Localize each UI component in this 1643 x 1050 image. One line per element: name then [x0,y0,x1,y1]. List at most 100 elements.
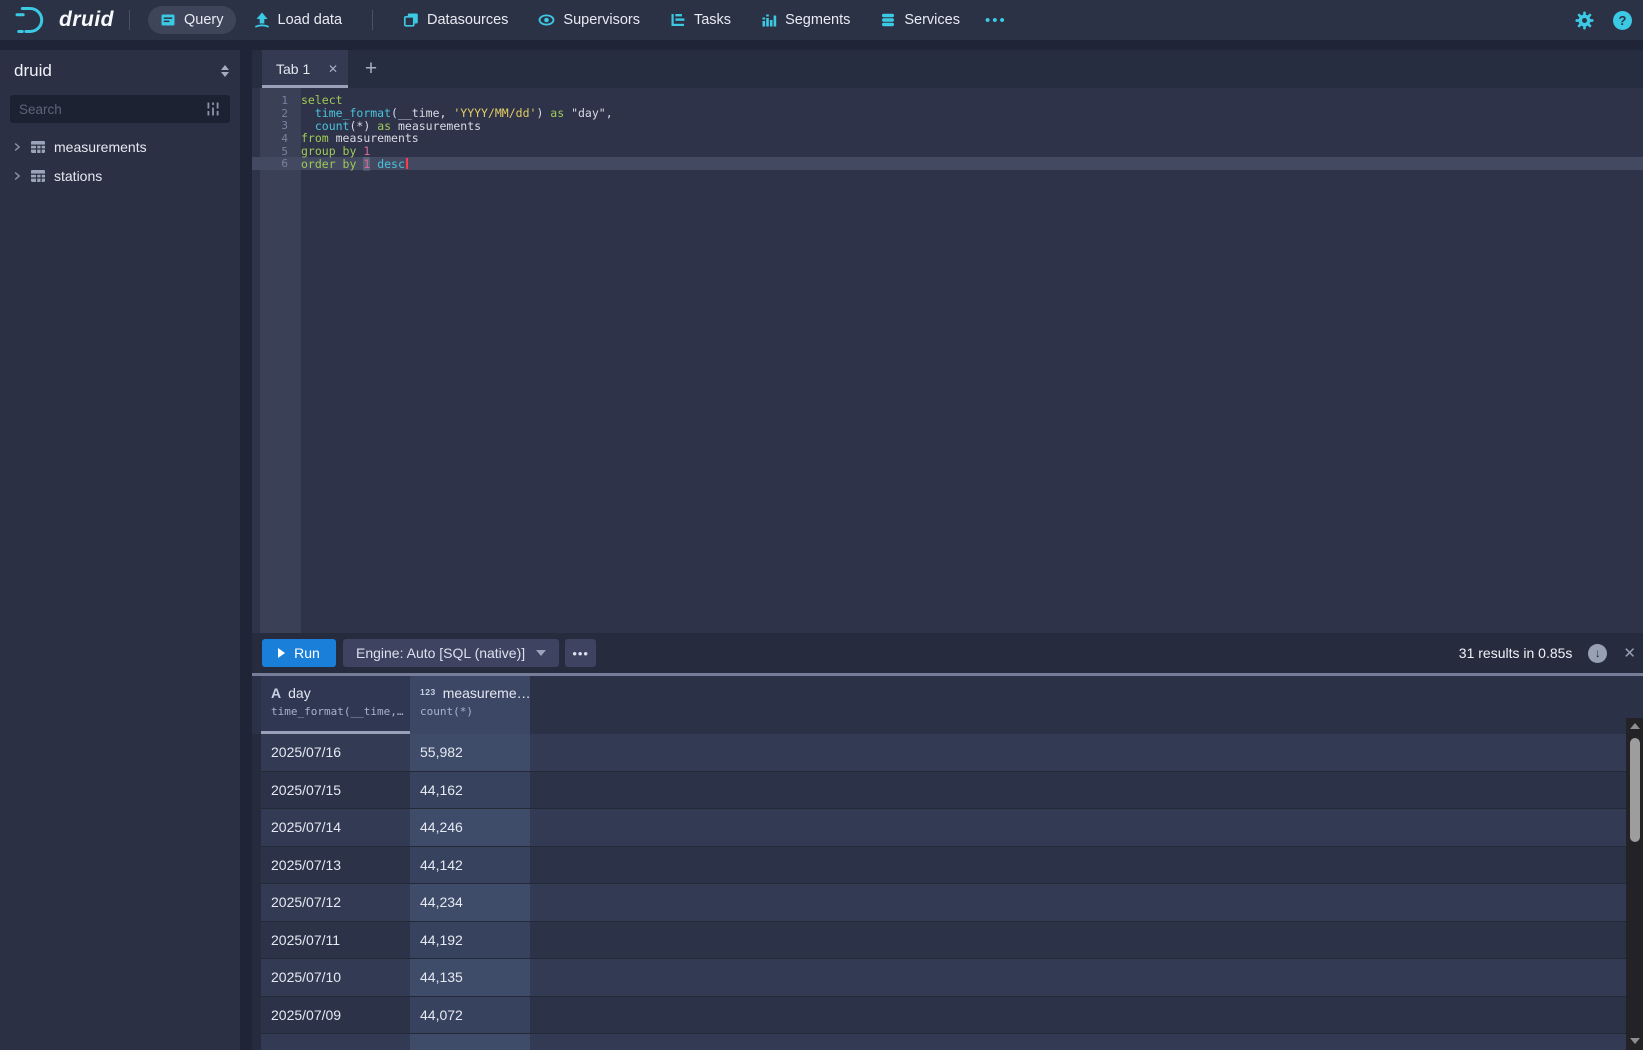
nav-item-segments[interactable]: Segments [749,6,862,34]
cell-measurements[interactable]: 44,192 [410,922,530,959]
cell-measurements[interactable]: 44,162 [410,772,530,809]
services-icon [880,12,896,28]
tree-item-label: stations [54,168,102,184]
cell-day[interactable]: 2025/07/13 [261,847,410,884]
search-input[interactable] [19,102,205,117]
brand[interactable]: druid [14,5,114,35]
table-row: 2025/07/1544,162 [261,772,1626,810]
nav-item-label: Load data [278,12,343,28]
cell-measurements[interactable]: 44,246 [410,809,530,846]
table-row: 2025/07/0944,072 [261,997,1626,1035]
table-row [261,1034,1626,1050]
nav-item-label: Supervisors [563,12,640,28]
settings-gear-icon[interactable] [1575,11,1594,30]
wordmark: druid [59,8,114,32]
sidebar-item-measurements[interactable]: measurements [0,132,240,161]
nav-item-label: Datasources [427,12,508,28]
nav-item-load-data[interactable]: Load data [242,6,355,34]
scroll-up-icon[interactable] [1630,723,1640,729]
download-results-icon[interactable]: ↓ [1588,644,1607,663]
code-lines: 1select2 time_format(__time, 'YYYY/MM/dd… [252,88,1643,170]
nav-item-query[interactable]: Query [148,6,236,34]
load-data-icon [254,12,270,28]
run-button[interactable]: Run [262,639,336,667]
nav-item-supervisors[interactable]: Supervisors [526,6,652,34]
segments-icon [761,12,777,28]
nav-item-label: Segments [785,12,850,28]
column-expression: count(*) [420,705,530,718]
column-header-measurements[interactable]: 123 measureme… count(*) [410,676,530,734]
datasources-icon [403,12,419,28]
druid-console: druid Query Load data Datasources [0,0,1643,1050]
cell-day[interactable]: 2025/07/10 [261,959,410,996]
sort-toggle-icon[interactable] [221,65,229,77]
search-box [10,95,230,123]
line-number: 1 [252,94,301,107]
cell-measurements[interactable]: 44,142 [410,847,530,884]
scroll-down-icon[interactable] [1630,1038,1640,1044]
results-panel: A day time_format(__time,… 123 measureme… [252,676,1643,1050]
sidebar-title: druid [14,61,52,81]
query-more-button[interactable]: ••• [565,639,596,667]
cell-day[interactable]: 2025/07/11 [261,922,410,959]
cell-day[interactable]: 2025/07/12 [261,884,410,921]
column-expression: time_format(__time,… [271,705,410,718]
cell-day[interactable]: 2025/07/09 [261,997,410,1034]
column-name: measureme… [443,685,530,701]
supervisors-icon [538,12,555,28]
column-name: day [288,685,311,701]
sql-editor[interactable]: 1select2 time_format(__time, 'YYYY/MM/dd… [252,88,1643,633]
nav-more-button[interactable]: ••• [975,6,1017,35]
code-line[interactable]: 3 count(*) as measurements [252,119,1643,132]
query-workbench: Tab 1 ✕ + 1select2 time_format(__time, '… [252,50,1643,1050]
play-icon [278,648,285,658]
tab-close-icon[interactable]: ✕ [328,62,338,76]
results-rows: 2025/07/1655,9822025/07/1544,1622025/07/… [252,734,1643,1050]
cell-measurements[interactable]: 44,072 [410,997,530,1034]
code-line[interactable]: 1select [252,94,1643,107]
cell-day[interactable]: 2025/07/14 [261,809,410,846]
navbar-bottom-border [0,40,1643,50]
filter-sliders-icon[interactable] [205,101,221,117]
scrollbar-thumb[interactable] [1630,738,1640,842]
cell-day[interactable]: 2025/07/15 [261,772,410,809]
nav-item-services[interactable]: Services [868,6,972,34]
tab-label: Tab 1 [276,61,310,77]
table-icon [30,140,46,154]
tree-item-label: measurements [54,139,147,155]
results-scrollbar[interactable] [1626,718,1643,1050]
cell-measurements[interactable]: 55,982 [410,734,530,771]
cell-measurements[interactable] [410,1034,530,1050]
table-row: 2025/07/1655,982 [261,734,1626,772]
results-header: A day time_format(__time,… 123 measureme… [252,676,1643,734]
schema-sidebar: druid [0,50,240,1050]
line-number: 2 [252,107,301,120]
query-icon [160,12,176,28]
code-line[interactable]: 5group by 1 [252,145,1643,158]
cell-measurements[interactable]: 44,135 [410,959,530,996]
cell-measurements[interactable]: 44,234 [410,884,530,921]
nav-item-label: Query [184,12,224,28]
tab-tab1[interactable]: Tab 1 ✕ [262,50,348,88]
column-header-day[interactable]: A day time_format(__time,… [261,676,410,734]
code-line[interactable]: 4from measurements [252,132,1643,145]
code-line[interactable]: 2 time_format(__time, 'YYYY/MM/dd') as "… [252,107,1643,120]
cell-day[interactable] [261,1034,410,1050]
nav-item-datasources[interactable]: Datasources [391,6,520,34]
line-number: 3 [252,119,301,132]
run-toolbar: Run Engine: Auto [SQL (native)] ••• 31 r… [252,633,1643,676]
cell-day[interactable]: 2025/07/16 [261,734,410,771]
sidebar-item-stations[interactable]: stations [0,161,240,190]
code-text: order by 1 desc [301,157,408,171]
line-number: 4 [252,132,301,145]
code-line[interactable]: 6order by 1 desc [252,157,1643,170]
engine-select-button[interactable]: Engine: Auto [SQL (native)] [343,639,559,667]
top-navbar: druid Query Load data Datasources [0,0,1643,40]
sidebar-resize-handle[interactable] [240,50,252,1050]
nav-item-tasks[interactable]: Tasks [658,6,743,34]
close-results-icon[interactable]: ✕ [1623,644,1636,662]
nav-item-label: Services [904,12,960,28]
table-row: 2025/07/1344,142 [261,847,1626,885]
add-tab-button[interactable]: + [354,50,388,88]
help-icon[interactable]: ? [1613,11,1632,30]
